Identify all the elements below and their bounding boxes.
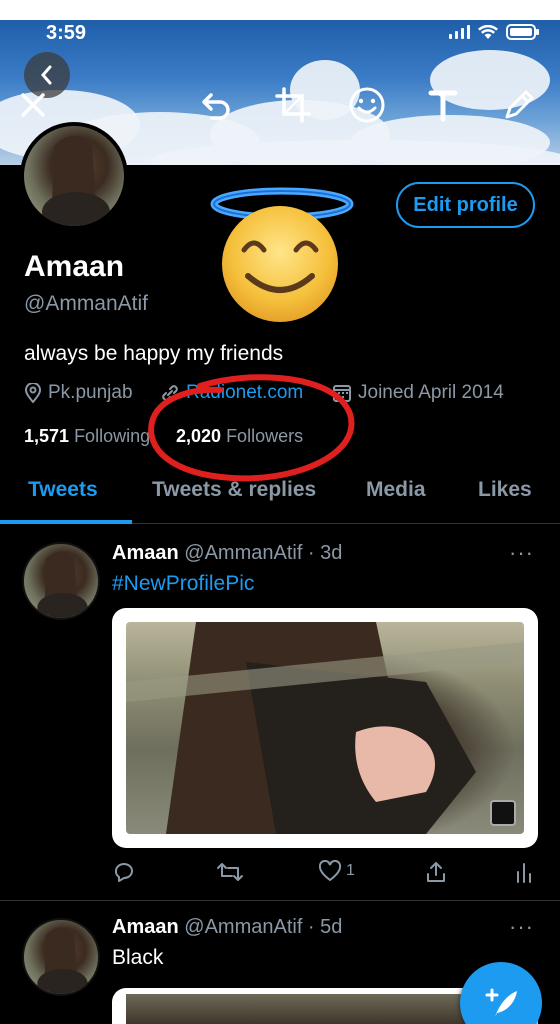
crop-icon (275, 87, 311, 123)
following-label: Following (74, 426, 151, 446)
reply-icon (115, 863, 133, 882)
tweet-hashtag[interactable]: #NewProfilePic (112, 572, 254, 596)
text-button[interactable] (420, 82, 466, 128)
tweet-more-button[interactable]: ··· (509, 914, 534, 940)
active-tab-indicator (0, 520, 132, 524)
compose-icon (485, 988, 517, 1017)
compose-tweet-button[interactable] (460, 962, 542, 1024)
pen-icon (505, 90, 534, 119)
tweet-media[interactable] (112, 608, 538, 848)
markup-toolbar (0, 82, 560, 128)
following-stat[interactable]: 1,571 Following (24, 426, 150, 447)
tweet-header: Amaan @AmmanAtif · 3d (112, 542, 342, 565)
tweet-avatar[interactable] (22, 918, 100, 996)
undo-icon (202, 93, 230, 120)
like-button[interactable]: 1 (318, 860, 355, 882)
status-time: 3:59 (46, 22, 87, 44)
image-icon (490, 800, 516, 826)
profile-location: Pk.punjab (24, 382, 133, 404)
profile-avatar[interactable] (20, 122, 128, 230)
website-link[interactable]: Radionet.com (186, 382, 303, 404)
profile-website[interactable]: Radionet.com (160, 382, 303, 404)
retweet-icon (217, 863, 243, 881)
profile-tabs: Tweets Tweets & replies Media Likes (0, 462, 560, 524)
tweet-more-button[interactable]: ··· (509, 540, 534, 566)
close-icon (21, 93, 45, 117)
like-count: 1 (346, 862, 355, 879)
tab-tweets[interactable]: Tweets (28, 478, 98, 502)
tab-media[interactable]: Media (366, 478, 426, 502)
edit-profile-button[interactable]: Edit profile (396, 182, 535, 228)
following-count: 1,571 (24, 426, 70, 446)
share-button[interactable] (424, 860, 448, 884)
battery-icon (506, 24, 539, 40)
profile-name: Amaan (24, 250, 125, 283)
like-icon (318, 860, 342, 882)
tweet-text: Black (112, 946, 164, 969)
share-icon (427, 862, 445, 882)
followers-label: Followers (226, 426, 304, 446)
tweet-meta: @AmmanAtif · 3d (184, 542, 343, 564)
followers-stat[interactable]: 2,020 Followers (176, 426, 303, 447)
photo-content (126, 622, 524, 834)
text-icon (428, 90, 458, 122)
retweet-button[interactable] (216, 860, 244, 884)
analytics-button[interactable] (514, 860, 534, 884)
tweet-actions: 1 (112, 860, 542, 890)
top-border (0, 0, 560, 20)
link-icon (162, 385, 178, 401)
tweet-avatar[interactable] (22, 542, 100, 620)
signal-icon (449, 25, 470, 39)
tweet-divider (0, 900, 560, 901)
joined-text: Joined April 2014 (358, 382, 504, 403)
avatar-photo (42, 136, 110, 226)
calendar-icon (333, 385, 351, 402)
tab-tweets-and-replies[interactable]: Tweets & replies (152, 478, 316, 502)
undo-button[interactable] (192, 82, 238, 128)
profile-handle: @AmmanAtif (24, 292, 149, 315)
avatar-photo (37, 551, 88, 618)
tab-likes[interactable]: Likes (478, 478, 532, 502)
profile-joined: Joined April 2014 (332, 382, 504, 404)
wifi-icon (478, 24, 498, 39)
tweet-author: Amaan (112, 916, 179, 938)
emoji-icon (349, 87, 385, 123)
pen-button[interactable] (496, 82, 542, 128)
crop-button[interactable] (270, 82, 316, 128)
status-icons (449, 24, 540, 40)
reply-button[interactable] (112, 860, 136, 884)
location-text: Pk.punjab (48, 382, 133, 403)
tweet-meta: @AmmanAtif · 5d (184, 916, 343, 938)
analytics-icon (517, 863, 531, 883)
location-icon (24, 383, 42, 403)
smiling-face-with-halo-icon (210, 187, 354, 322)
avatar-photo (37, 927, 88, 994)
followers-count: 2,020 (176, 426, 222, 446)
tweet-header: Amaan @AmmanAtif · 5d (112, 916, 342, 939)
close-button[interactable] (10, 82, 56, 128)
emoji-button[interactable] (344, 82, 390, 128)
tweet-photo (126, 622, 524, 834)
tweet-author: Amaan (112, 542, 179, 564)
profile-bio: always be happy my friends (24, 342, 284, 365)
